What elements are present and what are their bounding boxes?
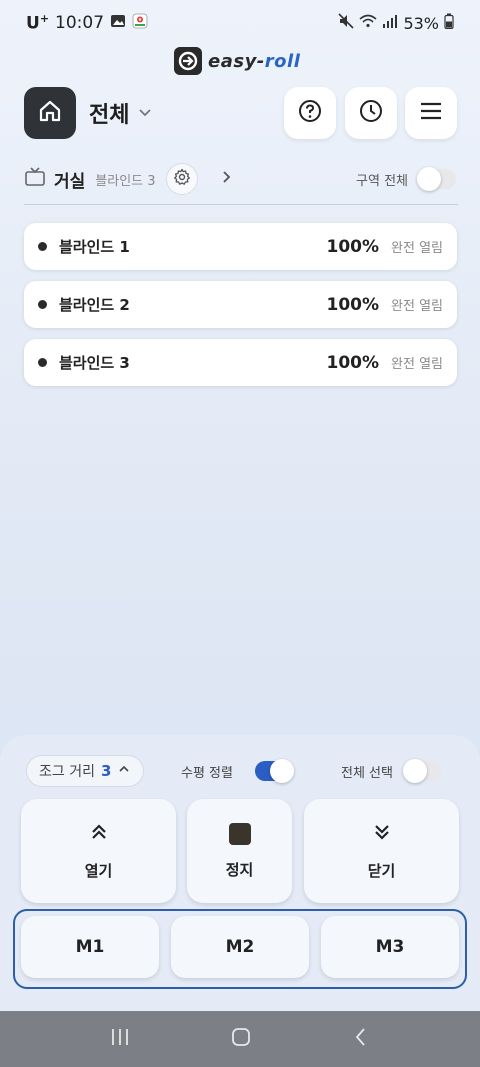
status-dot (38, 242, 47, 251)
blind-name: 블라인드 2 (59, 296, 130, 314)
jog-distance-value: 3 (100, 762, 112, 780)
menu-button[interactable] (405, 87, 457, 139)
chevron-up-icon (117, 762, 131, 780)
room-blind-count: 블라인드 3 (95, 173, 156, 189)
zone-all-control: 구역 전체 (356, 167, 456, 191)
open-label: 열기 (84, 861, 113, 880)
battery-percent: 53% (403, 13, 439, 33)
blind-state: 완전 열림 (391, 357, 443, 372)
status-time: 10:07 (55, 13, 105, 33)
memory-button-1[interactable]: M1 (21, 916, 159, 978)
open-button[interactable]: 열기 (21, 799, 176, 903)
divider (24, 204, 458, 205)
history-clock-icon (358, 98, 384, 128)
stop-icon (228, 822, 251, 845)
blind-list: 블라인드 1 100% 완전 열림 블라인드 2 100% 완전 열림 블라인드… (24, 223, 457, 397)
help-button[interactable] (284, 87, 336, 139)
room-next-button[interactable] (218, 169, 234, 189)
room-name: 거실 (54, 171, 86, 192)
horizontal-align-label: 수평 정렬 (181, 766, 233, 781)
zone-selector[interactable]: 전체 (89, 97, 153, 129)
home-icon (37, 98, 63, 128)
system-nav-bar (0, 1011, 480, 1067)
room-row: 거실 블라인드 3 구역 전체 (24, 160, 456, 198)
back-icon[interactable] (351, 1026, 371, 1052)
help-icon (297, 98, 323, 128)
list-item[interactable]: 블라인드 2 100% 완전 열림 (24, 281, 457, 328)
menu-icon (418, 98, 444, 128)
close-label: 닫기 (367, 861, 396, 880)
gear-icon (173, 168, 191, 190)
carrier-label: U+ (26, 12, 50, 34)
gallery-icon (110, 13, 126, 34)
home-nav-icon[interactable] (230, 1026, 252, 1052)
blind-percent: 100% (326, 352, 380, 373)
blind-percent: 100% (326, 294, 380, 315)
zone-title: 전체 (89, 103, 130, 128)
blind-percent: 100% (326, 236, 380, 257)
status-dot (38, 300, 47, 309)
blind-name: 블라인드 1 (59, 238, 130, 256)
double-chevron-up-icon (89, 822, 109, 846)
app-logo: easy-roll (174, 47, 300, 75)
zone-all-toggle[interactable] (417, 167, 456, 191)
list-item[interactable]: 블라인드 1 100% 완전 열림 (24, 223, 457, 270)
logo-text: easy-roll (208, 50, 301, 72)
memory-button-2[interactable]: M2 (171, 916, 309, 978)
blind-state: 완전 열림 (391, 299, 443, 314)
battery-icon (444, 13, 454, 33)
blind-state: 완전 열림 (391, 241, 443, 256)
jog-distance-button[interactable]: 조그 거리 3 (26, 755, 145, 787)
wifi-icon (359, 13, 377, 33)
tv-icon (24, 166, 46, 192)
chevron-right-icon (218, 169, 234, 189)
room-settings-button[interactable] (165, 163, 198, 195)
signal-icon (382, 13, 398, 33)
chevron-down-icon (137, 101, 153, 126)
jog-distance-label: 조그 거리 (39, 764, 95, 780)
stop-button[interactable]: 정지 (187, 799, 292, 903)
mute-icon (338, 13, 355, 33)
recent-apps-icon[interactable] (109, 1027, 131, 1051)
double-chevron-down-icon (372, 822, 392, 846)
zone-all-label: 구역 전체 (356, 173, 408, 189)
stop-label: 정지 (225, 860, 254, 879)
horizontal-align-toggle[interactable] (255, 759, 294, 783)
status-dot (38, 358, 47, 367)
blind-name: 블라인드 3 (59, 354, 130, 372)
close-button[interactable]: 닫기 (304, 799, 459, 903)
select-all-toggle[interactable] (403, 759, 442, 783)
select-all-label: 전체 선택 (341, 766, 393, 781)
history-button[interactable] (345, 87, 397, 139)
list-item[interactable]: 블라인드 3 100% 완전 열림 (24, 339, 457, 386)
home-button[interactable] (24, 87, 76, 139)
memory-button-3[interactable]: M3 (321, 916, 459, 978)
maps-icon (132, 13, 148, 34)
logo-mark-icon (174, 47, 202, 75)
status-bar: U+ 10:07 53% (0, 0, 480, 46)
